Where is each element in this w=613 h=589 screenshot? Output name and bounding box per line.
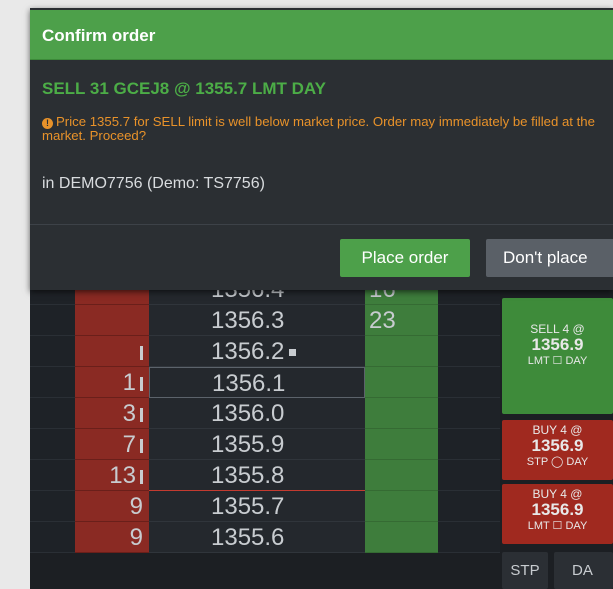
day-button[interactable]: DA bbox=[554, 552, 613, 589]
order-summary: SELL 31 GCEJ8 @ 1355.7 LMT DAY bbox=[42, 79, 326, 98]
buy-cell[interactable]: 1 bbox=[75, 367, 149, 398]
price-value: 1356.2 bbox=[211, 338, 285, 365]
sell-cell[interactable] bbox=[365, 336, 438, 367]
buy-size: 1 bbox=[122, 369, 136, 396]
price-cell[interactable]: 1355.9 bbox=[149, 429, 365, 460]
dialog-header: Confirm order bbox=[30, 10, 613, 60]
volume-bar bbox=[140, 346, 143, 360]
order-type: LMT ☐ DAY bbox=[527, 355, 588, 367]
working-order-buy-stp[interactable]: BUY 4 @ 1356.9 STP ◯ DAY bbox=[502, 420, 613, 480]
order-type: LMT ☐ DAY bbox=[527, 520, 588, 532]
stp-button[interactable]: STP bbox=[502, 552, 548, 589]
buy-cell[interactable]: 13 bbox=[75, 460, 149, 491]
buy-size: 13 bbox=[109, 462, 136, 489]
sell-cell[interactable] bbox=[365, 398, 438, 429]
buy-cell[interactable] bbox=[75, 305, 149, 336]
price-cell[interactable]: 1355.7 bbox=[149, 491, 365, 522]
price-cell[interactable]: 1356.3 bbox=[149, 305, 365, 336]
buy-cell[interactable]: 9 bbox=[75, 522, 149, 553]
dont-place-button[interactable]: Don't place bbox=[486, 239, 613, 277]
ladder-row[interactable]: 3 1356.0 bbox=[30, 398, 500, 429]
volume-bar bbox=[140, 377, 143, 391]
price-cell[interactable]: 1355.6 bbox=[149, 522, 365, 553]
ladder-row-selected[interactable]: 1 1356.1 bbox=[30, 367, 500, 398]
order-price: 1356.9 bbox=[531, 436, 584, 455]
ladder-row[interactable]: 9 1355.6 bbox=[30, 522, 500, 553]
sell-cell[interactable] bbox=[365, 491, 438, 522]
sell-cell[interactable]: 23 bbox=[365, 305, 438, 336]
order-type: STP ◯ DAY bbox=[526, 456, 589, 468]
account-label: in DEMO7756 (Demo: TS7756) bbox=[42, 175, 265, 192]
buy-cell[interactable]: 9 bbox=[75, 491, 149, 522]
buy-size: 7 bbox=[122, 431, 136, 458]
order-side: BUY 4 @ bbox=[532, 487, 583, 501]
buy-cell[interactable]: 7 bbox=[75, 429, 149, 460]
order-price: 1356.9 bbox=[531, 335, 584, 354]
sell-cell[interactable] bbox=[365, 429, 438, 460]
price-cell[interactable]: 1356.1 bbox=[149, 367, 365, 398]
dialog-title: Confirm order bbox=[42, 26, 156, 45]
order-side: BUY 4 @ bbox=[532, 423, 583, 437]
ladder-row[interactable]: 7 1355.9 bbox=[30, 429, 500, 460]
ladder-row[interactable]: 1356.3 23 bbox=[30, 305, 500, 336]
working-order-buy-lmt[interactable]: BUY 4 @ 1356.9 LMT ☐ DAY bbox=[502, 484, 613, 544]
price-cell[interactable]: 1355.8 bbox=[149, 460, 365, 491]
volume-bar bbox=[140, 408, 143, 422]
price-cell[interactable]: 1356.0 bbox=[149, 398, 365, 429]
price-warning: ! Price 1355.7 for SELL limit is well bel… bbox=[42, 115, 613, 143]
ladder-row[interactable]: 1356.2 bbox=[30, 336, 500, 367]
working-order-sell[interactable]: SELL 4 @ 1356.9 LMT ☐ DAY bbox=[502, 298, 613, 414]
buy-size: 3 bbox=[122, 400, 136, 427]
ladder-row[interactable]: 13 1355.8 bbox=[30, 460, 500, 491]
sell-cell[interactable] bbox=[365, 367, 438, 398]
dialog-divider bbox=[30, 224, 613, 225]
last-trade-marker-icon bbox=[289, 349, 297, 356]
ladder-row[interactable]: 9 1355.7 bbox=[30, 491, 500, 522]
place-order-button[interactable]: Place order bbox=[340, 239, 470, 277]
warning-text: Price 1355.7 for SELL limit is well belo… bbox=[42, 114, 595, 143]
order-side: SELL 4 @ bbox=[530, 322, 585, 336]
order-price: 1356.9 bbox=[531, 500, 584, 519]
price-cell[interactable]: 1356.2 bbox=[149, 336, 365, 367]
dialog-body: SELL 31 GCEJ8 @ 1355.7 LMT DAY ! Price 13… bbox=[30, 61, 613, 224]
buy-cell[interactable] bbox=[75, 336, 149, 367]
sell-cell[interactable] bbox=[365, 460, 438, 491]
volume-bar bbox=[140, 470, 143, 484]
buy-cell[interactable]: 3 bbox=[75, 398, 149, 429]
volume-bar bbox=[140, 439, 143, 453]
sell-cell[interactable] bbox=[365, 522, 438, 553]
